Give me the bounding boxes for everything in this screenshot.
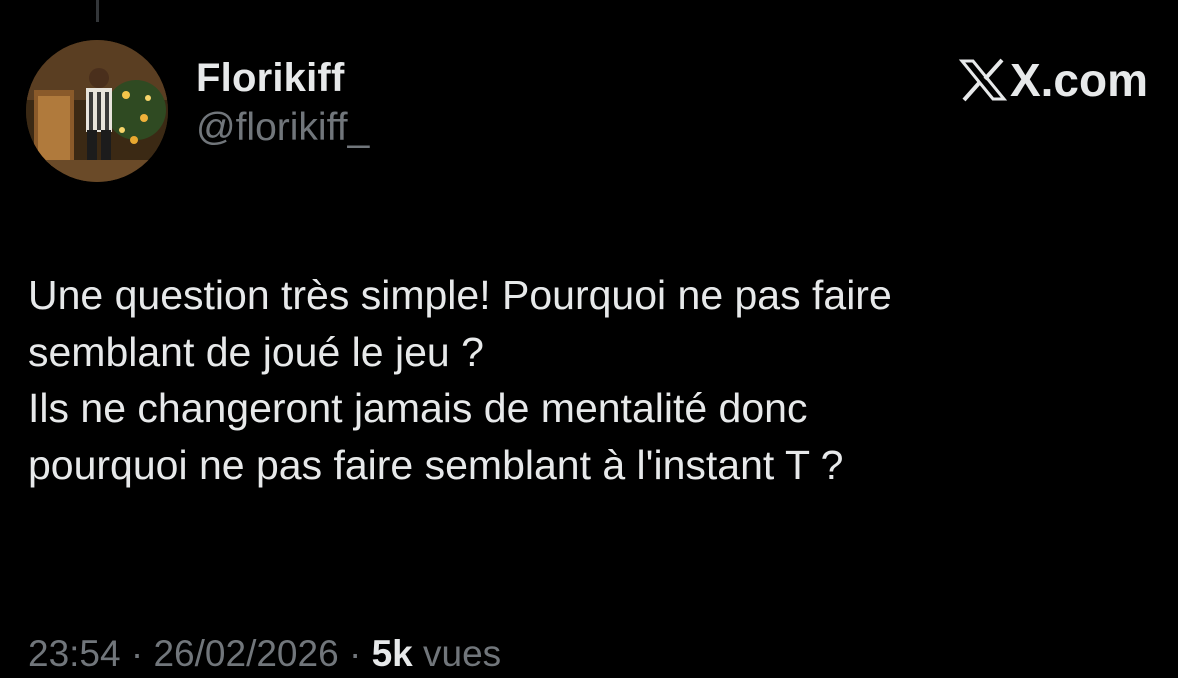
tweet-text-line: pourquoi ne pas faire semblant à l'insta… bbox=[28, 441, 844, 488]
brand-text: X.com bbox=[1009, 54, 1148, 106]
tweet-text: Une question très simple! Pourquoi ne pa… bbox=[28, 267, 1168, 493]
views-count[interactable]: 5k bbox=[372, 633, 413, 674]
meta-separator: · bbox=[338, 633, 372, 674]
tweet-date[interactable]: 26/02/2026 bbox=[153, 633, 338, 674]
meta-separator: · bbox=[120, 633, 154, 674]
author-block: Florikiff @florikiff_ bbox=[196, 54, 369, 152]
tweet-time[interactable]: 23:54 bbox=[28, 633, 121, 674]
author-handle[interactable]: @florikiff_ bbox=[196, 104, 369, 152]
author-display-name[interactable]: Florikiff bbox=[196, 54, 369, 102]
thread-connector-line bbox=[96, 0, 99, 22]
avatar[interactable] bbox=[26, 40, 168, 182]
tweet-metadata: 23:54 · 26/02/2026 · 5k vues bbox=[28, 630, 501, 678]
tweet-text-line: Une question très simple! Pourquoi ne pa… bbox=[28, 272, 892, 318]
x-logo-icon bbox=[958, 58, 1008, 102]
tweet-text-line: semblant de joué le jeu ? bbox=[28, 328, 484, 375]
views-label: vues bbox=[423, 633, 502, 674]
tweet-text-line: Ils ne changeront jamais de mentalité do… bbox=[28, 385, 808, 431]
avatar-photo bbox=[26, 40, 168, 182]
brand-watermark: X.com bbox=[958, 52, 1148, 108]
